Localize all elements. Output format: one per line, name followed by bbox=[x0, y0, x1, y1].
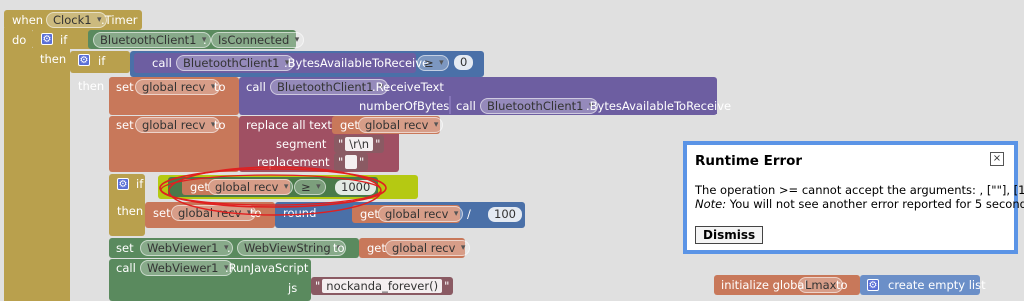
if1-mutator-icon[interactable]: ⚙ bbox=[41, 33, 53, 45]
clock-component-dropdown[interactable]: Clock1 bbox=[46, 12, 107, 28]
get-label-4: get bbox=[367, 241, 386, 255]
bt-component-dropdown-2[interactable]: BluetoothClient1 bbox=[176, 55, 295, 71]
do-label: do bbox=[12, 33, 27, 47]
set1-to-label: to bbox=[214, 80, 226, 94]
runjavascript-label: .RunJavaScript bbox=[225, 261, 309, 275]
create-empty-list-label: create empty list bbox=[888, 278, 986, 292]
bytes-available-label-2: .BytesAvailableToReceive bbox=[586, 99, 732, 113]
if2-then-label: then bbox=[78, 79, 105, 93]
set2-var-dropdown[interactable]: global recv bbox=[135, 117, 221, 133]
red-scribble-annotation bbox=[159, 166, 387, 216]
set2-to-label: to bbox=[214, 118, 226, 132]
if3-mutator-icon[interactable]: ⚙ bbox=[117, 178, 129, 190]
init-global-label: initialize global bbox=[721, 278, 808, 292]
dialog-note: Note: You will not see another error rep… bbox=[695, 197, 1024, 211]
webviewer-dropdown-2[interactable]: WebViewer1 bbox=[140, 260, 234, 276]
js-string[interactable]: " nockanda_forever() " bbox=[311, 277, 454, 295]
dialog-message: The operation >= cannot accept the argum… bbox=[695, 183, 1024, 197]
call-label-3: call bbox=[456, 99, 476, 113]
set3-dot: . bbox=[227, 241, 231, 255]
divide-op: / bbox=[467, 207, 471, 221]
note-text: You will not see another error reported … bbox=[726, 197, 1024, 211]
when-label: when bbox=[12, 13, 44, 27]
call-label-2: call bbox=[246, 80, 266, 94]
compare-value-0[interactable]: 0 bbox=[454, 55, 474, 70]
timer-event-label: .Timer bbox=[101, 13, 138, 27]
isconnected-property-dropdown[interactable]: IsConnected bbox=[211, 32, 305, 48]
if1-then-label: then bbox=[40, 52, 67, 66]
divisor-value[interactable]: 100 bbox=[488, 207, 522, 222]
set1-var-dropdown[interactable]: global recv bbox=[135, 79, 221, 95]
segment-label: segment bbox=[276, 137, 327, 151]
dialog-title: Runtime Error bbox=[695, 153, 803, 169]
replace-all-label: replace all text bbox=[246, 118, 332, 132]
bt-component-dropdown-3[interactable]: BluetoothClient1 bbox=[270, 79, 389, 95]
call-label-1: call bbox=[152, 56, 172, 70]
set3-to-label: to bbox=[333, 241, 345, 255]
note-label: Note: bbox=[695, 197, 727, 211]
receivetext-method-label: .ReceiveText bbox=[372, 80, 444, 94]
if2-mutator-icon[interactable]: ⚙ bbox=[78, 54, 90, 66]
bytes-available-label-1: .BytesAvailableToReceive bbox=[284, 56, 430, 70]
if1-rail bbox=[32, 48, 70, 301]
bt-component-dropdown-1[interactable]: BluetoothClient1 bbox=[93, 32, 212, 48]
segment-string[interactable]: " \r\n " bbox=[334, 135, 385, 153]
numberofbytes-label: numberOfBytes bbox=[359, 99, 450, 113]
list-mutator-icon[interactable]: ⚙ bbox=[867, 279, 879, 291]
js-string-value[interactable]: nockanda_forever() bbox=[322, 279, 443, 293]
set1-set-label: set bbox=[116, 80, 134, 94]
event-body-rail bbox=[4, 28, 32, 301]
close-icon[interactable]: × bbox=[990, 152, 1004, 166]
dialog-body: Runtime Error × The operation >= cannot … bbox=[687, 145, 1024, 250]
set2-set-label: set bbox=[116, 118, 134, 132]
if2-label: if bbox=[98, 54, 106, 68]
runtime-error-dialog: Runtime Error × The operation >= cannot … bbox=[683, 141, 1024, 254]
call-label-4: call bbox=[116, 261, 136, 275]
js-param-label: js bbox=[288, 281, 298, 295]
if3-label: if bbox=[136, 177, 144, 191]
init-to-label: to bbox=[836, 278, 848, 292]
webviewstring-dropdown[interactable]: WebViewString bbox=[237, 240, 346, 256]
if3-then-label: then bbox=[117, 204, 144, 218]
get-label-1: get bbox=[340, 118, 359, 132]
bt-component-dropdown-4[interactable]: BluetoothClient1 bbox=[480, 98, 599, 114]
compare-op-dropdown-1[interactable]: ≥ bbox=[417, 55, 449, 71]
get-var-dropdown-1[interactable]: global recv bbox=[358, 117, 444, 133]
webviewer-dropdown-1[interactable]: WebViewer1 bbox=[140, 240, 234, 256]
if1-label: if bbox=[60, 33, 68, 47]
segment-string-value[interactable]: \r\n bbox=[345, 137, 374, 151]
isconnected-dot: . bbox=[203, 33, 207, 47]
dismiss-button[interactable]: Dismiss bbox=[695, 226, 764, 244]
get-var-dropdown-4[interactable]: global recv bbox=[385, 240, 471, 256]
set3-set-label: set bbox=[116, 241, 134, 255]
